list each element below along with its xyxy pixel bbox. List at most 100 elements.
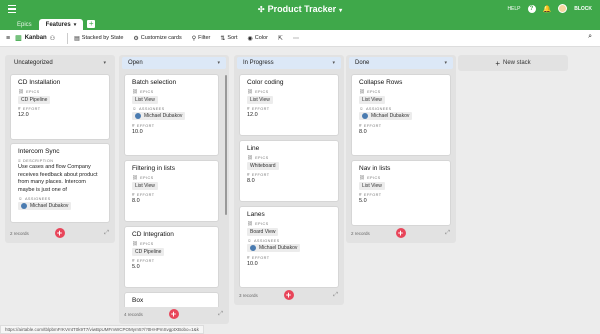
avatar[interactable] bbox=[558, 4, 568, 13]
link-icon: ⛓ bbox=[132, 241, 139, 246]
view-list-icon[interactable]: ≡ bbox=[6, 35, 10, 42]
record-card[interactable]: CD Integration ⛓ EPICS CD Pipeline # EFFOR… bbox=[124, 226, 219, 288]
color-icon: ◉ bbox=[247, 35, 253, 42]
effort-value: 12.0 bbox=[247, 112, 258, 118]
sort-icon: ⇅ bbox=[220, 35, 226, 42]
expand-icon[interactable]: ⤢ bbox=[445, 230, 450, 237]
field-label: # EFFORT bbox=[132, 258, 155, 263]
notifications-icon[interactable]: 🔔 bbox=[543, 5, 552, 13]
chevron-down-icon: ▾ bbox=[339, 8, 343, 14]
record-card[interactable]: Intercom Sync ≡ DESCRIPTION Use cases and… bbox=[10, 143, 110, 223]
chevron-down-icon[interactable]: ▾ bbox=[217, 60, 220, 66]
expand-icon[interactable]: ⤢ bbox=[333, 292, 338, 299]
add-record-button[interactable]: + bbox=[395, 228, 406, 238]
add-record-button[interactable]: + bbox=[168, 309, 179, 319]
number-icon: # bbox=[132, 258, 135, 263]
help-icon[interactable]: ? bbox=[527, 4, 536, 13]
number-icon: # bbox=[247, 255, 250, 260]
tab-epics[interactable]: Epics bbox=[10, 19, 39, 30]
avatar bbox=[250, 245, 256, 251]
stack-header[interactable]: Uncategorized ▾ bbox=[8, 57, 112, 69]
expand-icon[interactable]: ⤢ bbox=[104, 230, 109, 237]
record-card[interactable]: Box bbox=[124, 292, 219, 307]
chevron-down-icon[interactable]: ▾ bbox=[332, 60, 335, 66]
assignee-chip[interactable]: Michael Dubakov bbox=[132, 112, 186, 120]
new-stack-button[interactable]: + New stack bbox=[458, 55, 568, 71]
sort-button[interactable]: ⇅ Sort bbox=[220, 35, 237, 42]
effort-value: 8.0 bbox=[359, 129, 367, 135]
stack-footer: 2 records + ⤢ bbox=[10, 228, 109, 238]
chevron-down-icon[interactable]: ▾ bbox=[444, 60, 447, 66]
epic-chip[interactable]: List View bbox=[359, 182, 385, 190]
color-button[interactable]: ◉ Color bbox=[248, 35, 268, 42]
number-icon: # bbox=[247, 106, 250, 111]
number-icon: # bbox=[359, 192, 362, 197]
stack-icon: ▤ bbox=[74, 35, 80, 42]
epic-chip[interactable]: CD Pipeline bbox=[18, 96, 51, 104]
expand-icon[interactable]: ⤢ bbox=[218, 311, 223, 318]
chevron-down-icon[interactable]: ▾ bbox=[74, 22, 77, 28]
stack-in-progress: In Progress ▾ Color coding ⛓ EPICS List Vi… bbox=[234, 55, 344, 305]
record-card[interactable]: Line ⛓ EPICS Whiteboard # EFFORT 8.0 bbox=[239, 140, 339, 202]
scrollbar[interactable] bbox=[225, 75, 227, 215]
epic-chip[interactable]: List View bbox=[132, 182, 158, 190]
number-icon: # bbox=[132, 192, 135, 197]
field-label: ⛓ EPICS bbox=[247, 155, 269, 160]
add-record-button[interactable]: + bbox=[283, 290, 294, 300]
epic-chip[interactable]: List View bbox=[132, 96, 158, 104]
record-card[interactable]: Nav in lists ⛓ EPICS List View # EFFORT 5.… bbox=[351, 160, 451, 226]
assignee-chip[interactable]: Michael Dubakov bbox=[18, 202, 72, 210]
link-icon: ⛓ bbox=[247, 155, 254, 160]
chevron-down-icon[interactable]: ▾ bbox=[103, 60, 106, 66]
record-card[interactable]: Color coding ⛓ EPICS List View # EFFORT 12… bbox=[239, 74, 339, 136]
field-label: # EFFORT bbox=[132, 192, 155, 197]
user-icon: ☺ bbox=[359, 106, 364, 111]
field-label: ☺ ASSIGNEES bbox=[247, 238, 280, 243]
share-view-icon[interactable]: ⇱ bbox=[278, 35, 283, 42]
tab-features[interactable]: Features ▾ bbox=[38, 19, 84, 30]
avatar bbox=[21, 203, 27, 209]
assignee-chip[interactable]: Michael Dubakov bbox=[247, 244, 301, 252]
toolbar-divider bbox=[67, 32, 69, 44]
help-link[interactable]: HELP bbox=[507, 6, 520, 12]
stack-footer: 2 records + ⤢ bbox=[351, 228, 450, 238]
stack-footer: 3 records + ⤢ bbox=[239, 290, 338, 300]
record-card[interactable]: Filtering in lists ⛓ EPICS List View # EFF… bbox=[124, 160, 219, 222]
base-icon: ✣ bbox=[257, 5, 265, 14]
more-icon[interactable]: ⋯ bbox=[293, 35, 299, 42]
search-icon[interactable]: ⌕ bbox=[588, 33, 592, 41]
epic-chip[interactable]: List View bbox=[247, 96, 273, 104]
record-card[interactable]: Lanes ⛓ EPICS Board View ☺ ASSIGNEES Micha… bbox=[239, 206, 339, 288]
card-list: Batch selection ⛓ EPICS List View ☺ ASSIGN… bbox=[122, 71, 221, 307]
table-tabs: Epics Features ▾ + bbox=[10, 17, 96, 30]
user-label[interactable]: BLOCK bbox=[574, 6, 592, 12]
view-switcher[interactable]: ▥ Kanban ⚇ bbox=[15, 34, 55, 42]
record-card[interactable]: CD Installation ⛓ EPICS CD Pipeline # EFFO… bbox=[10, 74, 110, 140]
card-list: Color coding ⛓ EPICS List View # EFFORT 12… bbox=[237, 71, 341, 288]
record-card[interactable]: Collapse Rows ⛓ EPICS List View ☺ ASSIGNEE… bbox=[351, 74, 451, 156]
field-label: # EFFORT bbox=[359, 192, 382, 197]
field-label: ⛓ EPICS bbox=[132, 241, 154, 246]
add-table-button[interactable]: + bbox=[87, 20, 96, 28]
record-card[interactable]: Batch selection ⛓ EPICS List View ☺ ASSIGN… bbox=[124, 74, 219, 156]
epic-chip[interactable]: Whiteboard bbox=[247, 162, 279, 170]
add-record-button[interactable]: + bbox=[54, 228, 65, 238]
assignee-chip[interactable]: Michael Dubakov bbox=[359, 112, 413, 120]
stack-header[interactable]: Done ▾ bbox=[349, 57, 453, 69]
field-label: # EFFORT bbox=[247, 106, 270, 111]
status-url: https://airtable.com/tblpbmFrKVmtT0k9T7/… bbox=[0, 325, 204, 334]
stack-header[interactable]: In Progress ▾ bbox=[237, 57, 341, 69]
field-label: ⛓ EPICS bbox=[18, 89, 40, 94]
epic-chip[interactable]: List View bbox=[359, 96, 385, 104]
stack-header[interactable]: Open ▾ bbox=[122, 57, 226, 69]
epic-chip[interactable]: CD Pipeline bbox=[132, 248, 165, 256]
filter-button[interactable]: ⚲ Filter bbox=[192, 35, 211, 42]
field-label: ☺ ASSIGNEES bbox=[359, 106, 392, 111]
effort-value: 10.0 bbox=[132, 129, 143, 135]
epic-chip[interactable]: Board View bbox=[247, 228, 279, 236]
stacked-by-button[interactable]: ▤ Stacked by State bbox=[74, 35, 123, 42]
field-label: # EFFORT bbox=[247, 172, 270, 177]
link-icon: ⛓ bbox=[247, 221, 254, 226]
customize-cards-button[interactable]: ⚙ Customize cards bbox=[133, 35, 181, 42]
share-icon[interactable]: ⚇ bbox=[50, 35, 55, 42]
